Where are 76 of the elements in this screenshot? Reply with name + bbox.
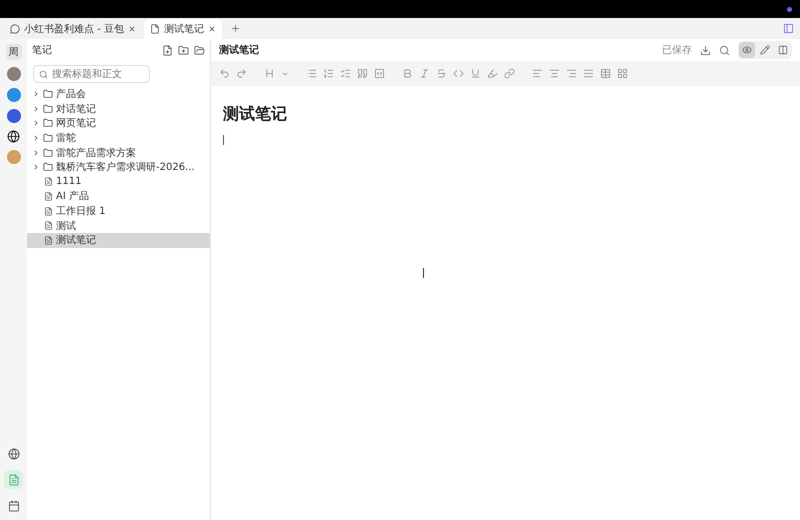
quote-icon[interactable] [357, 68, 368, 79]
tree-item[interactable]: 魏桥汽车客户需求调研-2026... [27, 160, 210, 175]
align-left-icon[interactable] [532, 68, 543, 79]
link-icon[interactable] [504, 68, 515, 79]
close-icon [128, 25, 136, 33]
undo-icon[interactable] [219, 68, 230, 79]
tree-item[interactable]: AI 产品 [27, 189, 210, 204]
app-icon[interactable] [6, 67, 20, 81]
columns-icon [778, 45, 788, 55]
app-icon[interactable] [6, 150, 20, 164]
folder-icon[interactable] [194, 44, 205, 56]
eye-icon [742, 45, 752, 55]
tree-item[interactable]: 雷鸵 [27, 130, 210, 146]
numbered-list-icon[interactable] [323, 68, 334, 79]
globe-icon [7, 130, 20, 143]
plus-icon[interactable] [230, 23, 241, 34]
tree-item[interactable]: 测试笔记 [27, 232, 210, 248]
app-icon[interactable] [6, 109, 20, 123]
status-dot [787, 6, 792, 12]
document-heading: 测试笔记 [223, 104, 288, 125]
close-icon [208, 25, 216, 33]
tree-item[interactable]: 产品会 [27, 87, 210, 102]
redo-icon[interactable] [236, 68, 247, 79]
new-file-icon[interactable] [162, 44, 173, 56]
align-right-icon[interactable] [566, 68, 577, 79]
new-folder-icon[interactable] [178, 44, 189, 56]
folder-icon [43, 118, 53, 128]
highlighter-icon[interactable] [487, 68, 498, 79]
download-icon[interactable] [700, 44, 711, 56]
browser-tab[interactable]: 小红书盈利难点 - 豆包 [4, 19, 142, 39]
calendar-icon [8, 500, 20, 512]
heading-icon[interactable] [264, 68, 275, 79]
folder-icon [43, 148, 53, 158]
bold-icon[interactable] [402, 68, 413, 79]
document-icon [150, 24, 160, 34]
search-icon[interactable] [719, 44, 730, 56]
app-icon[interactable] [6, 88, 20, 102]
view-mode-button[interactable] [739, 42, 755, 58]
tree-item[interactable]: 雷鸵产品需求方案 [27, 145, 210, 160]
browser-tab[interactable]: 测试笔记 [144, 19, 222, 39]
tree-item[interactable]: 网页笔记 [27, 116, 210, 131]
text-cursor [223, 135, 224, 145]
checklist-icon[interactable] [340, 68, 351, 79]
table-icon[interactable] [600, 68, 611, 79]
code-block-icon[interactable] [374, 68, 385, 79]
strikethrough-icon[interactable] [436, 68, 447, 79]
folder-icon [43, 162, 53, 172]
document-icon [8, 474, 20, 486]
document-icon [44, 192, 53, 201]
code-icon[interactable] [453, 68, 464, 79]
user-avatar[interactable]: 周 [6, 44, 22, 60]
mouse-cursor [423, 268, 427, 278]
tree-item[interactable]: 对话笔记 [27, 102, 210, 116]
document-icon [44, 221, 53, 230]
tree-item[interactable]: 工作日报 1 [27, 204, 210, 218]
search-icon [39, 70, 48, 78]
folder-icon [43, 133, 53, 144]
italic-icon[interactable] [419, 68, 430, 79]
document-icon [44, 236, 53, 245]
document-title: 测试笔记 [219, 44, 260, 57]
document-icon [44, 206, 53, 216]
tree-item[interactable]: 1111 [27, 174, 210, 190]
grid-icon[interactable] [617, 68, 628, 79]
document-icon [44, 177, 53, 186]
folder-icon [43, 89, 53, 100]
folder-icon [43, 104, 53, 114]
align-center-icon[interactable] [549, 68, 560, 79]
chat-icon [10, 24, 20, 34]
save-status: 已保存 [662, 44, 692, 57]
sidebar-icon[interactable] [783, 23, 794, 34]
globe-icon [8, 448, 20, 460]
tree-item[interactable]: 测试 [27, 218, 210, 233]
pencil-icon [760, 45, 770, 55]
sidebar-title: 笔记 [32, 44, 53, 57]
underline-icon[interactable] [470, 68, 481, 79]
align-justify-icon[interactable] [583, 68, 594, 79]
